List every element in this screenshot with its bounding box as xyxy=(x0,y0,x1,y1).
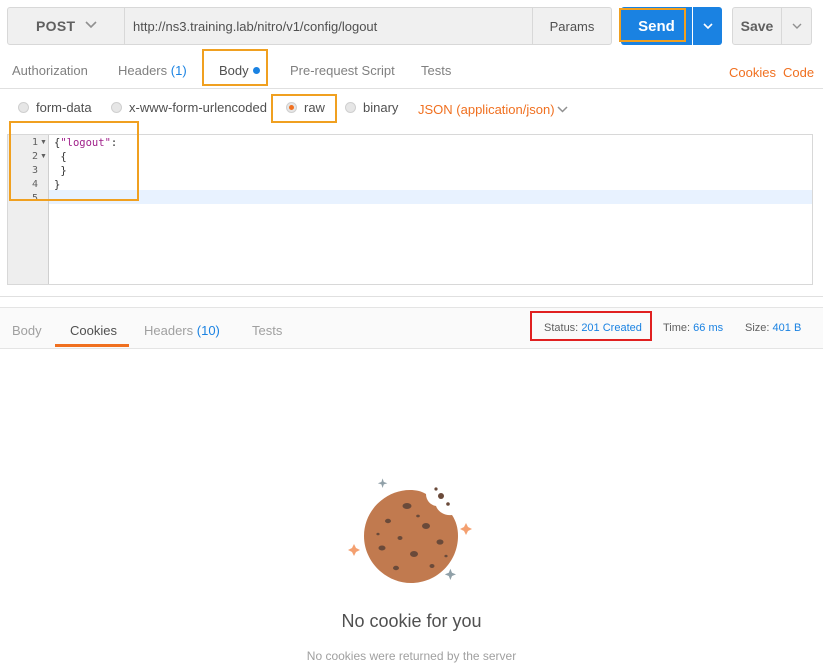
code-line-1: {"logout": xyxy=(54,137,117,149)
fold-arrow-icon[interactable]: ▼ xyxy=(40,139,47,146)
radio-icon xyxy=(111,102,122,113)
radio-binary[interactable]: binary xyxy=(345,100,398,115)
line-number: 5 xyxy=(31,193,38,204)
radio-form-data[interactable]: form-data xyxy=(18,100,92,115)
line-number: 1 xyxy=(31,137,38,148)
section-divider xyxy=(0,296,823,297)
cookies-link[interactable]: Cookies xyxy=(729,65,776,80)
radio-icon xyxy=(18,102,29,113)
chevron-down-icon xyxy=(85,21,97,29)
code-key: "logout" xyxy=(60,137,111,149)
tab-body[interactable]: Body xyxy=(219,63,260,78)
size-readout: Size: 401 B xyxy=(745,322,801,334)
tab-body-label: Body xyxy=(219,63,249,78)
send-options-button[interactable] xyxy=(693,7,722,45)
code-line-3: } xyxy=(54,165,67,177)
tab-pre-request-script[interactable]: Pre-request Script xyxy=(290,63,395,78)
tab-headers-count: (1) xyxy=(170,63,187,78)
radio-form-data-label: form-data xyxy=(36,100,92,115)
radio-raw[interactable]: raw xyxy=(286,100,325,115)
radio-selected-icon xyxy=(286,102,297,113)
status-readout: Status: 201 Created xyxy=(544,322,642,334)
url-text: http://ns3.training.lab/nitro/v1/config/… xyxy=(133,18,378,34)
line-number: 2 xyxy=(31,151,38,162)
code-link[interactable]: Code xyxy=(783,65,814,80)
time-readout: Time: 66 ms xyxy=(663,322,723,334)
tabs-divider xyxy=(0,88,823,89)
response-tab-cookies[interactable]: Cookies xyxy=(70,323,117,338)
code-punct: : xyxy=(110,137,118,149)
radio-urlencoded-label: x-www-form-urlencoded xyxy=(129,100,267,115)
empty-state-subtitle: No cookies were returned by the server xyxy=(306,649,517,663)
save-button[interactable]: Save xyxy=(732,7,782,45)
body-editor[interactable]: 1 ▼ 2 ▼ 3 4 5 {"logout": { } } xyxy=(7,134,813,285)
tab-headers[interactable]: Headers (1) xyxy=(118,63,187,78)
response-headers-count: (10) xyxy=(196,323,220,338)
status-label: Status: xyxy=(544,322,579,334)
url-input[interactable]: http://ns3.training.lab/nitro/v1/config/… xyxy=(125,7,532,45)
tab-authorization[interactable]: Authorization xyxy=(12,63,88,78)
response-tab-body[interactable]: Body xyxy=(12,323,42,338)
tab-tests[interactable]: Tests xyxy=(421,63,451,78)
save-options-button[interactable] xyxy=(782,7,812,45)
params-button[interactable]: Params xyxy=(532,7,612,45)
code-line-2: { xyxy=(54,151,67,163)
radio-urlencoded[interactable]: x-www-form-urlencoded xyxy=(111,100,267,115)
code-line-4: } xyxy=(54,179,61,191)
size-value[interactable]: 401 B xyxy=(773,322,802,334)
radio-icon xyxy=(345,102,356,113)
send-button[interactable]: Send xyxy=(621,7,692,45)
line-number: 4 xyxy=(31,179,38,190)
radio-raw-label: raw xyxy=(304,100,325,115)
status-value[interactable]: 201 Created xyxy=(581,322,642,334)
editor-gutter: 1 ▼ 2 ▼ 3 4 5 xyxy=(8,135,49,284)
time-value[interactable]: 66 ms xyxy=(693,322,723,334)
fold-arrow-icon[interactable]: ▼ xyxy=(40,153,47,160)
response-tab-headers[interactable]: Headers (10) xyxy=(144,323,220,338)
chevron-down-icon xyxy=(792,23,801,29)
content-type-select[interactable]: JSON (application/json) xyxy=(418,102,555,117)
empty-state-title: No cookie for you xyxy=(341,611,482,631)
line-number: 3 xyxy=(31,165,38,176)
active-tab-underline xyxy=(55,344,129,347)
method-select[interactable]: POST xyxy=(7,7,125,45)
response-headers-label: Headers xyxy=(144,323,194,338)
modified-dot-icon xyxy=(252,67,260,74)
tab-headers-label: Headers xyxy=(118,63,168,78)
active-line-highlight xyxy=(49,190,812,204)
time-label: Time: xyxy=(663,322,691,334)
method-label: POST xyxy=(36,18,76,34)
chevron-down-icon xyxy=(702,23,713,30)
chevron-down-icon[interactable] xyxy=(556,103,569,116)
response-tab-tests[interactable]: Tests xyxy=(252,323,282,338)
cookie-icon xyxy=(348,478,472,583)
size-label: Size: xyxy=(745,322,770,334)
radio-binary-label: binary xyxy=(363,100,399,115)
